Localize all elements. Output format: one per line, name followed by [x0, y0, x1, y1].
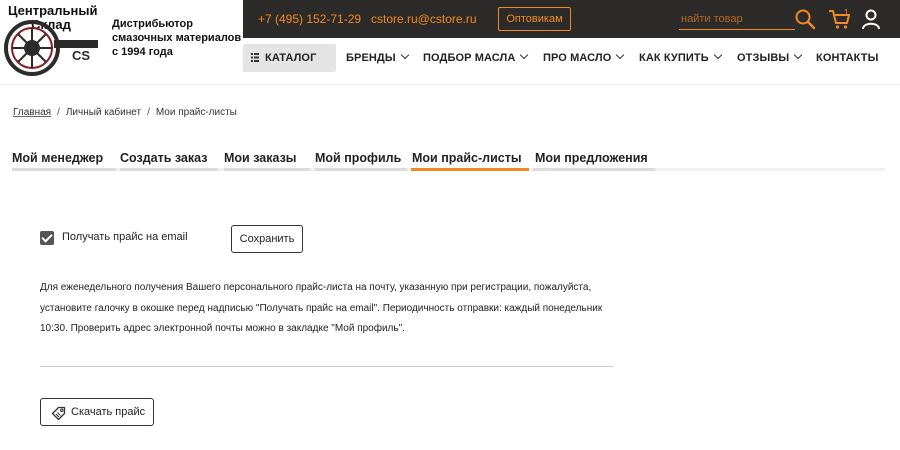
user-icon[interactable] [860, 8, 882, 30]
header-divider [0, 84, 900, 85]
nav-contacts-label: КОНТАКТЫ [816, 52, 879, 64]
tab-profile-label: Мой профиль [315, 151, 402, 165]
nav-reviews-label: ОТЗЫВЫ [737, 52, 790, 64]
tab-underline [224, 168, 310, 171]
tab-create-order[interactable]: Создать заказ [120, 148, 218, 171]
nav-contacts[interactable]: КОНТАКТЫ [816, 44, 878, 72]
logo-block[interactable]: Центральный Склад CS Дистрибьютор смазоч… [0, 0, 243, 80]
email-link[interactable]: cstore.ru@cstore.ru [371, 12, 477, 26]
chevron-down-icon [794, 50, 803, 60]
tagline-line2: смазочных материалов [112, 32, 242, 44]
content-divider [40, 366, 613, 367]
tab-orders-label: Мои заказы [224, 151, 297, 165]
logo-mark-text: CS [72, 48, 90, 63]
nav-oil-selection-label: ПОДБОР МАСЛА [423, 52, 516, 64]
wholesale-button[interactable]: Оптовикам [498, 7, 571, 31]
breadcrumb: Главная / Личный кабинет / Мои прайс-листы [13, 107, 237, 118]
brand-tagline: Дистрибьютор смазочных материалов с 1994… [112, 17, 242, 59]
nav-how-to-buy-label: КАК КУПИТЬ [639, 52, 709, 64]
nav-reviews[interactable]: ОТЗЫВЫ [737, 44, 803, 72]
nav-catalog-label: КАТАЛОГ [265, 52, 317, 64]
tab-profile[interactable]: Мой профиль [315, 148, 407, 171]
tab-underline [120, 168, 218, 171]
tab-underline [315, 168, 407, 171]
nav-about-oil-label: ПРО МАСЛО [543, 52, 612, 64]
tagline-line3: с 1994 года [112, 46, 173, 58]
email-price-checkbox-label[interactable]: Получать прайс на email [62, 231, 188, 243]
tab-underline [12, 168, 116, 171]
download-price-button[interactable]: Скачать прайс [40, 398, 154, 426]
tab-manager-label: Мой менеджер [12, 151, 104, 165]
nav-how-to-buy[interactable]: КАК КУПИТЬ [639, 44, 722, 72]
cart-icon[interactable]: 1 [828, 8, 852, 30]
price-tag-icon [51, 406, 66, 421]
tab-offers-label: Мои предложения [535, 151, 648, 165]
tab-underline-active [411, 168, 529, 171]
chevron-down-icon [400, 50, 409, 60]
chevron-down-icon [616, 50, 625, 60]
breadcrumb-current: Мои прайс-листы [155, 107, 237, 118]
tab-offers[interactable]: Мои предложения [533, 148, 655, 171]
tab-orders[interactable]: Мои заказы [224, 148, 310, 171]
account-tabs: Мой менеджер Создать заказ Мои заказы Мо… [12, 148, 885, 172]
breadcrumb-cabinet[interactable]: Личный кабинет [66, 107, 141, 118]
nav-brands-label: БРЕНДЫ [346, 52, 396, 64]
search-field [679, 9, 795, 30]
email-price-checkbox[interactable] [40, 231, 54, 245]
save-button[interactable]: Сохранить [231, 225, 303, 253]
chevron-down-icon [520, 50, 529, 60]
tab-manager[interactable]: Мой менеджер [12, 148, 116, 171]
search-icon[interactable] [794, 8, 816, 30]
top-bar: +7 (495) 152-71-29 cstore.ru@cstore.ru О… [243, 0, 900, 38]
tab-price-lists-label: Мои прайс-листы [412, 151, 522, 165]
main-nav: КАТАЛОГ БРЕНДЫ ПОДБОР МАСЛА ПРО МАСЛО КА… [243, 38, 900, 80]
breadcrumb-separator: / [57, 107, 60, 118]
catalog-menu-icon [251, 52, 259, 62]
search-input[interactable] [679, 9, 795, 29]
chevron-down-icon [713, 50, 722, 60]
cart-count: 1 [844, 8, 849, 17]
brand-name-line1: Центральный [8, 3, 98, 18]
tab-price-lists[interactable]: Мои прайс-листы [411, 148, 529, 171]
breadcrumb-separator: / [147, 107, 150, 118]
phone-link[interactable]: +7 (495) 152-71-29 [258, 12, 361, 26]
nav-catalog[interactable]: КАТАЛОГ [243, 44, 336, 72]
download-price-label: Скачать прайс [71, 406, 146, 418]
breadcrumb-home[interactable]: Главная [13, 107, 51, 118]
nav-oil-selection[interactable]: ПОДБОР МАСЛА [423, 44, 529, 72]
nav-about-oil[interactable]: ПРО МАСЛО [543, 44, 625, 72]
tagline-line1: Дистрибьютор [112, 18, 193, 30]
tab-create-order-label: Создать заказ [120, 151, 208, 165]
price-info-text: Для еженедельного получения Вашего персо… [40, 282, 603, 334]
nav-brands[interactable]: БРЕНДЫ [346, 44, 409, 72]
tab-underline [533, 168, 655, 171]
logo-wheel-icon: CS [4, 20, 98, 76]
